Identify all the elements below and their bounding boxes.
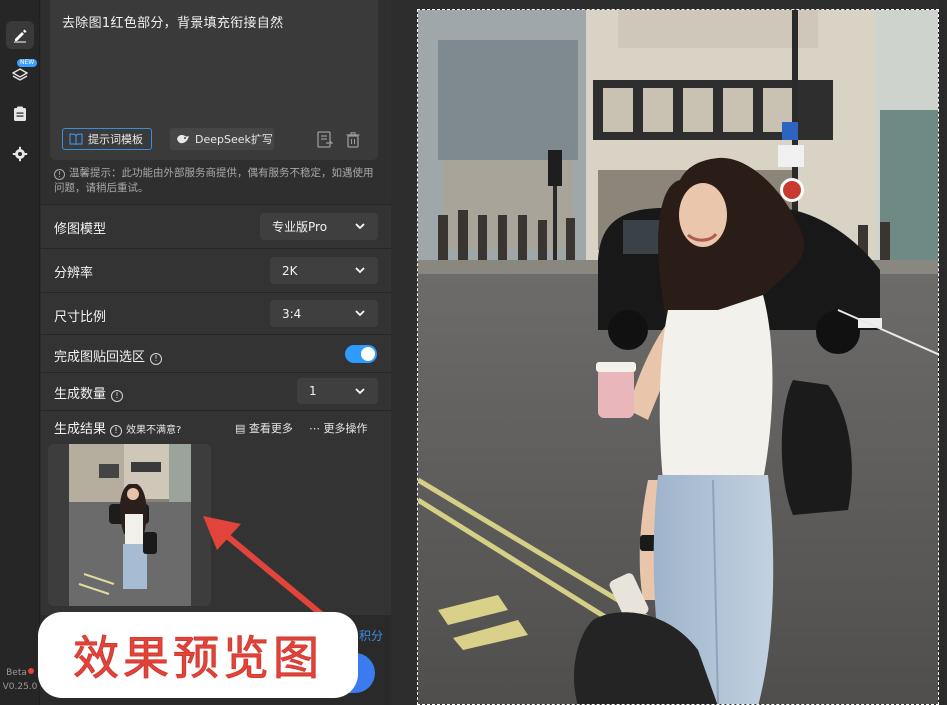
beta-label: Beta <box>0 668 40 678</box>
resolution-select[interactable]: 2K <box>270 257 378 284</box>
unsatisfied-link[interactable]: 效果不满意? <box>126 425 181 436</box>
resolution-label: 分辨率 <box>54 266 94 281</box>
info-icon: ! <box>54 169 65 180</box>
count-label: 生成数量! <box>54 383 124 402</box>
service-notice: ! 温馨提示：此功能由外部服务商提供，偶有服务不稳定，如遇使用问题，请稍后重试。 <box>54 167 374 194</box>
result-thumbnail[interactable] <box>69 444 191 606</box>
results-title: 生成结果! 效果不满意? <box>54 422 182 437</box>
prompt-text[interactable]: 去除图1红色部分，背景填充衔接自然 <box>62 12 283 31</box>
deepseek-expand-button[interactable]: DeepSeek扩写 <box>170 128 274 150</box>
preview-image <box>418 10 938 704</box>
prompt-template-button[interactable]: 提示词模板 <box>62 128 152 150</box>
paste-back-row: 完成图贴回选区! <box>41 334 391 372</box>
more-actions-link[interactable]: ⋯ 更多操作 <box>309 420 368 436</box>
canvas-area[interactable] <box>391 0 947 705</box>
history-icon[interactable] <box>316 131 334 149</box>
scrollbar[interactable] <box>939 0 947 705</box>
credits-text: 积分 <box>358 629 383 643</box>
model-label: 修图模型 <box>54 222 107 237</box>
edit-icon[interactable] <box>6 21 34 49</box>
aspect-label: 尺寸比例 <box>54 310 107 325</box>
model-value: 专业版Pro <box>272 220 328 234</box>
selection-frame[interactable] <box>417 9 939 705</box>
count-row: 生成数量! 1 <box>41 372 391 410</box>
resolution-row: 分辨率 2K <box>41 248 391 292</box>
annotation-text: 效果预览图 <box>73 631 323 686</box>
icon-rail: NEW Beta V0.25.0 <box>0 0 40 705</box>
book-icon <box>69 133 83 145</box>
app-window: NEW Beta V0.25.0 去除图1红色部分，背景填充衔接自然 提示词模板… <box>0 0 947 705</box>
model-select[interactable]: 专业版Pro <box>260 213 378 240</box>
view-more-link[interactable]: ▤ 查看更多 <box>235 420 293 436</box>
chevron-down-icon <box>355 388 365 395</box>
resolution-value: 2K <box>282 263 298 278</box>
new-badge: NEW <box>17 59 38 67</box>
version-label: V0.25.0 <box>2 682 38 692</box>
chevron-down-icon <box>355 267 365 274</box>
info-icon[interactable]: ! <box>110 425 123 437</box>
deepseek-expand-label: DeepSeek扩写 <box>195 133 273 146</box>
clipboard-icon[interactable] <box>6 100 34 128</box>
aspect-row: 尺寸比例 3:4 <box>41 292 391 334</box>
chevron-down-icon <box>355 310 365 317</box>
paste-back-label: 完成图贴回选区! <box>54 346 163 365</box>
arrow-annotation <box>203 516 328 621</box>
prompt-template-label: 提示词模板 <box>88 133 143 146</box>
info-icon[interactable]: ! <box>150 353 163 365</box>
chevron-down-icon <box>355 223 365 230</box>
beta-dot <box>27 668 34 674</box>
result-thumbnail-card[interactable] <box>48 444 211 606</box>
paste-back-toggle[interactable] <box>345 345 377 363</box>
search-doc-icon: ▤ <box>235 422 246 435</box>
trash-icon[interactable] <box>344 131 362 149</box>
annotation-label: 效果预览图 <box>38 612 358 698</box>
ellipsis-icon: ⋯ <box>309 422 320 435</box>
settings-panel: 去除图1红色部分，背景填充衔接自然 提示词模板 DeepSeek扩写 ! 温馨提示… <box>41 0 391 705</box>
info-icon[interactable]: ! <box>111 390 124 402</box>
gear-icon[interactable] <box>6 140 34 168</box>
count-value: 1 <box>309 384 317 398</box>
model-row: 修图模型 专业版Pro <box>41 204 391 248</box>
aspect-value: 3:4 <box>282 306 302 321</box>
deepseek-icon <box>177 135 189 144</box>
count-select[interactable]: 1 <box>297 378 378 404</box>
aspect-select[interactable]: 3:4 <box>270 300 378 327</box>
prompt-input[interactable]: 去除图1红色部分，背景填充衔接自然 提示词模板 DeepSeek扩写 <box>50 0 378 160</box>
results-section: 生成结果! 效果不满意? ▤ 查看更多 ⋯ 更多操作 <box>41 410 391 621</box>
